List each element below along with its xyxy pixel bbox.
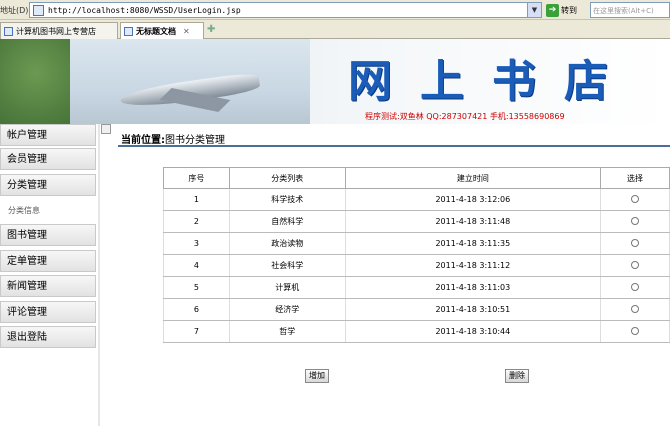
row-category: 经济学 — [228, 298, 346, 321]
sidebar-divider — [98, 124, 100, 426]
row-select — [600, 188, 670, 211]
tab-untitled[interactable]: 无标题文档 ✕ — [120, 22, 204, 39]
row-time: 2011-4-18 3:11:48 — [344, 210, 602, 233]
sidebar-item-members[interactable]: 会员管理 — [0, 148, 96, 170]
table-row: 6 经济学 2011-4-18 3:10:51 — [163, 298, 670, 321]
site-title: 网上书店 — [348, 56, 636, 107]
row-select — [600, 276, 670, 299]
row-no: 5 — [163, 276, 230, 299]
row-time: 2011-4-18 3:10:51 — [344, 298, 602, 321]
tab-bookstore[interactable]: 计算机图书网上专营店 — [0, 22, 118, 39]
row-no: 1 — [163, 188, 230, 211]
url-text: http://localhost:8080/WSSD/UserLogin.jsp — [48, 6, 241, 15]
new-tab-icon[interactable]: ✚ — [207, 24, 215, 35]
page-icon — [4, 26, 13, 36]
row-category: 社会科学 — [228, 254, 346, 277]
sidebar-item-books[interactable]: 图书管理 — [0, 224, 96, 246]
select-radio[interactable] — [631, 238, 640, 247]
table-row: 3 政治读物 2011-4-18 3:11:35 — [163, 232, 670, 255]
column-header-no: 序号 — [163, 167, 230, 189]
row-select — [600, 320, 670, 343]
select-radio[interactable] — [631, 282, 640, 291]
row-no: 4 — [163, 254, 230, 277]
table-row: 5 计算机 2011-4-18 3:11:03 — [163, 276, 670, 299]
row-no: 6 — [163, 298, 230, 321]
row-time: 2011-4-18 3:11:03 — [344, 276, 602, 299]
category-table: 序号 分类列表 建立时间 选择 1 科学技术 2011-4-18 3:12:06… — [163, 167, 670, 343]
select-radio[interactable] — [631, 304, 640, 313]
site-banner: 网上书店 程序测试:双鱼林 QQ:287307421 手机:1355869086… — [0, 39, 670, 124]
table-row: 1 科学技术 2011-4-18 3:12:06 — [163, 188, 670, 211]
row-category: 自然科学 — [228, 210, 346, 233]
page-icon — [33, 5, 44, 16]
row-no: 2 — [163, 210, 230, 233]
select-radio[interactable] — [631, 194, 640, 203]
sidebar-item-news[interactable]: 新闻管理 — [0, 275, 96, 297]
sidebar-item-account[interactable]: 帐户管理 — [0, 124, 96, 146]
breadcrumb-underline — [118, 145, 670, 147]
select-radio[interactable] — [631, 216, 640, 225]
row-category: 政治读物 — [228, 232, 346, 255]
delete-button[interactable]: 删除 — [505, 369, 529, 383]
row-no: 3 — [163, 232, 230, 255]
sidebar-menu: 帐户管理 会员管理 分类管理 分类信息 图书管理 定单管理 新闻管理 评论管理 … — [0, 124, 97, 426]
table-row: 2 自然科学 2011-4-18 3:11:48 — [163, 210, 670, 233]
column-header-category: 分类列表 — [228, 167, 346, 189]
address-label: 地址(D) — [0, 6, 29, 15]
column-header-time: 建立时间 — [344, 167, 602, 189]
row-select — [600, 232, 670, 255]
sidebar-subitem-category-info[interactable]: 分类信息 — [8, 205, 40, 216]
tab-bar: 计算机图书网上专营店 无标题文档 ✕ ✚ — [0, 20, 670, 39]
row-select — [600, 298, 670, 321]
add-button[interactable]: 增加 — [305, 369, 329, 383]
go-label: 转到 — [561, 5, 577, 15]
url-input[interactable]: http://localhost:8080/WSSD/UserLogin.jsp… — [29, 2, 542, 18]
sidebar-item-categories[interactable]: 分类管理 — [0, 174, 96, 196]
row-time: 2011-4-18 3:10:44 — [344, 320, 602, 343]
sidebar-item-orders[interactable]: 定单管理 — [0, 250, 96, 272]
close-icon[interactable]: ✕ — [183, 27, 190, 36]
row-no: 7 — [163, 320, 230, 343]
go-arrow-icon: ➔ — [546, 3, 559, 17]
tab-label: 计算机图书网上专营店 — [16, 26, 96, 36]
row-time: 2011-4-18 3:11:35 — [344, 232, 602, 255]
sidebar-toggle-icon[interactable] — [101, 124, 111, 134]
table-row: 7 哲学 2011-4-18 3:10:44 — [163, 320, 670, 343]
chevron-down-icon[interactable]: ▼ — [527, 3, 541, 17]
tab-label: 无标题文档 — [136, 26, 176, 36]
page-icon — [124, 26, 133, 36]
row-category: 计算机 — [228, 276, 346, 299]
row-select — [600, 210, 670, 233]
contact-info: 程序测试:双鱼林 QQ:287307421 手机:13558690869 — [365, 112, 565, 121]
row-category: 哲学 — [228, 320, 346, 343]
go-button[interactable]: ➔ 转到 — [546, 3, 577, 17]
table-header-row: 序号 分类列表 建立时间 选择 — [163, 167, 670, 189]
sidebar-item-logout[interactable]: 退出登陆 — [0, 326, 96, 348]
select-radio[interactable] — [631, 326, 640, 335]
address-bar: 地址(D) http://localhost:8080/WSSD/UserLog… — [0, 0, 670, 20]
search-input[interactable]: 在这里搜索(Alt+C) — [590, 2, 670, 18]
breadcrumb: 当前位置:图书分类管理 — [121, 131, 225, 146]
row-time: 2011-4-18 3:11:12 — [344, 254, 602, 277]
column-header-select: 选择 — [600, 167, 670, 189]
table-row: 4 社会科学 2011-4-18 3:11:12 — [163, 254, 670, 277]
sidebar-item-comments[interactable]: 评论管理 — [0, 301, 96, 323]
row-category: 科学技术 — [228, 188, 346, 211]
row-select — [600, 254, 670, 277]
row-time: 2011-4-18 3:12:06 — [344, 188, 602, 211]
select-radio[interactable] — [631, 260, 640, 269]
